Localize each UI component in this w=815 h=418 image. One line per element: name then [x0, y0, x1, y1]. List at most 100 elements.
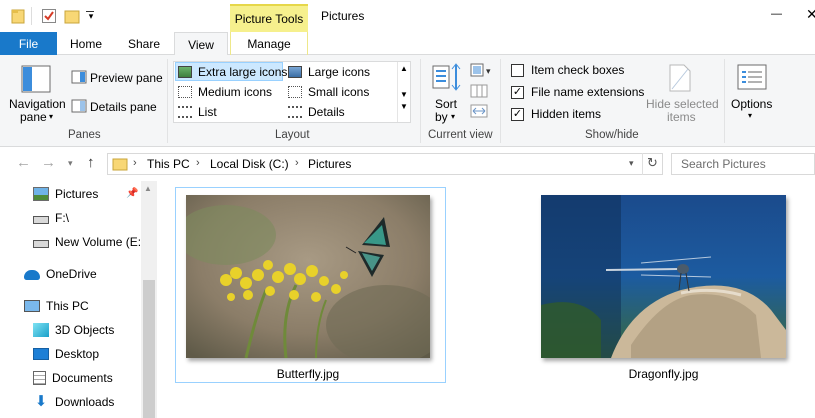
pin-icon[interactable]: 📌	[126, 188, 138, 199]
layout-item-label: Small icons	[308, 85, 370, 99]
onedrive-icon	[24, 270, 40, 280]
ribbon-separator	[500, 59, 501, 143]
forward-arrow-icon[interactable]: →	[41, 154, 56, 171]
layout-item-label: Details	[308, 105, 345, 119]
layout-extra-large-icons[interactable]: Extra large icons	[178, 62, 287, 82]
hidden-items-checkbox[interactable]: ✓	[511, 107, 524, 121]
layout-list[interactable]: List	[178, 102, 217, 122]
extra-large-icons-icon	[178, 66, 192, 78]
sort-by-label-2[interactable]: by	[435, 110, 448, 124]
nav-item-pictures[interactable]: Pictures	[33, 182, 98, 206]
tab-file[interactable]: File	[0, 32, 57, 55]
breadcrumb-this-pc[interactable]: This PC	[147, 157, 190, 171]
title-bar	[0, 0, 815, 32]
address-bar[interactable]	[107, 153, 663, 175]
layout-item-label: Medium icons	[198, 85, 273, 99]
nav-item-downloads[interactable]: ⬇ Downloads	[33, 390, 115, 414]
close-button[interactable]: ✕	[806, 6, 815, 23]
ribbon-separator	[420, 59, 421, 143]
dragonfly-thumbnail[interactable]	[541, 195, 786, 358]
customize-qat-icon[interactable]: ▾	[85, 6, 97, 26]
tab-manage[interactable]: Manage	[230, 32, 308, 55]
breadcrumb-chevron-icon[interactable]: ›	[196, 157, 200, 169]
layout-medium-icons[interactable]: Medium icons	[178, 82, 272, 102]
qat-dash	[86, 11, 94, 12]
navigation-pane-label[interactable]: Navigation	[9, 97, 66, 111]
scroll-up-icon[interactable]: ▲	[144, 184, 152, 193]
butterfly-thumbnail[interactable]	[186, 195, 430, 358]
address-dropdown-icon[interactable]: ▾	[629, 158, 634, 169]
nav-item-label: This PC	[46, 299, 89, 313]
layout-item-label: Large icons	[308, 65, 371, 79]
sort-by-label[interactable]: Sort	[435, 97, 457, 111]
nav-item-3d-objects[interactable]: 3D Objects	[33, 318, 114, 342]
nav-item-this-pc[interactable]: This PC	[24, 294, 89, 318]
item-check-boxes-checkbox[interactable]	[511, 63, 524, 77]
layout-gallery-scroll[interactable]: ▲ ▼ ▼	[397, 62, 410, 122]
nav-item-onedrive[interactable]: OneDrive	[24, 262, 97, 286]
nav-item-label: New Volume (E:)	[55, 235, 146, 249]
small-icons-icon	[288, 86, 302, 98]
nav-item-documents[interactable]: Documents	[33, 366, 113, 390]
file-name-butterfly[interactable]: Butterfly.jpg	[186, 367, 430, 381]
drive-icon	[33, 216, 49, 224]
item-check-boxes-toggle[interactable]: Item check boxes	[511, 63, 624, 77]
nav-item-new-volume[interactable]: New Volume (E:)	[33, 230, 145, 254]
layout-group-label: Layout	[275, 129, 310, 141]
file-name-dragonfly[interactable]: Dragonfly.jpg	[541, 367, 786, 381]
breadcrumb-chevron-icon[interactable]: ›	[295, 157, 299, 169]
up-arrow-icon[interactable]: ↑	[87, 154, 95, 171]
hidden-items-toggle[interactable]: ✓ Hidden items	[511, 107, 601, 121]
nav-item-label: Downloads	[55, 395, 115, 409]
layout-small-icons[interactable]: Small icons	[288, 82, 369, 102]
hide-selected-items-icon	[668, 63, 692, 96]
nav-item-label: Pictures	[55, 187, 99, 201]
file-name-extensions-toggle[interactable]: ✓ File name extensions	[511, 85, 644, 99]
item-check-boxes-label: Item check boxes	[531, 63, 625, 77]
breadcrumb-chevron-icon[interactable]: ›	[133, 157, 137, 169]
3d-objects-icon	[33, 323, 49, 337]
options-dropdown-icon[interactable]: ▾	[748, 111, 752, 120]
navigation-pane-label-2[interactable]: pane	[20, 110, 47, 124]
nav-item-desktop[interactable]: Desktop	[33, 342, 99, 366]
folder-icon	[10, 6, 26, 26]
breadcrumb-local-disk[interactable]: Local Disk (C:)	[210, 157, 289, 171]
refresh-icon[interactable]: ↻	[647, 155, 658, 171]
current-view-group-label: Current view	[428, 129, 493, 141]
preview-pane-button[interactable]: Preview pane	[90, 71, 163, 85]
properties-icon[interactable]	[40, 6, 58, 26]
options-button[interactable]: Options	[731, 97, 772, 111]
recent-locations-icon[interactable]: ▾	[68, 158, 73, 169]
navigation-pane-dropdown-icon[interactable]: ▾	[49, 112, 53, 121]
file-name-extensions-checkbox[interactable]: ✓	[511, 85, 524, 99]
window-title: Pictures	[321, 9, 365, 23]
nav-pane-scroll-thumb[interactable]	[143, 280, 155, 418]
layout-details[interactable]: Details	[288, 102, 345, 122]
more-layouts-icon[interactable]: ▼	[398, 102, 410, 112]
hide-selected-items-label-2: items	[667, 110, 696, 124]
options-icon[interactable]	[737, 64, 767, 95]
sort-by-dropdown-icon[interactable]: ▾	[451, 112, 455, 121]
details-pane-button[interactable]: Details pane	[90, 100, 157, 114]
nav-item-label: Desktop	[55, 347, 100, 361]
navigation-pane-icon[interactable]	[20, 64, 52, 94]
scroll-up-icon[interactable]: ▲	[398, 64, 410, 74]
size-columns-icon[interactable]	[470, 104, 488, 121]
sort-by-icon[interactable]	[431, 62, 461, 97]
back-arrow-icon[interactable]: ←	[16, 154, 31, 171]
group-by-icon[interactable]: ▾	[470, 63, 494, 80]
minimize-button[interactable]: —	[771, 8, 782, 20]
breadcrumb-pictures[interactable]: Pictures	[308, 157, 351, 171]
scroll-down-icon[interactable]: ▼	[398, 90, 410, 100]
new-folder-icon[interactable]	[63, 6, 81, 26]
add-columns-icon[interactable]	[470, 84, 488, 101]
layout-large-icons[interactable]: Large icons	[288, 62, 370, 82]
tab-view[interactable]: View	[174, 32, 228, 56]
nav-item-label: F:\	[55, 211, 69, 225]
nav-item-f-drive[interactable]: F:\	[33, 206, 69, 230]
search-input[interactable]: Search Pictures	[681, 157, 766, 171]
tab-home[interactable]: Home	[62, 32, 110, 55]
picture-tools-context-label: Picture Tools	[230, 4, 308, 32]
tab-share[interactable]: Share	[120, 32, 168, 55]
medium-icons-icon	[178, 86, 192, 98]
